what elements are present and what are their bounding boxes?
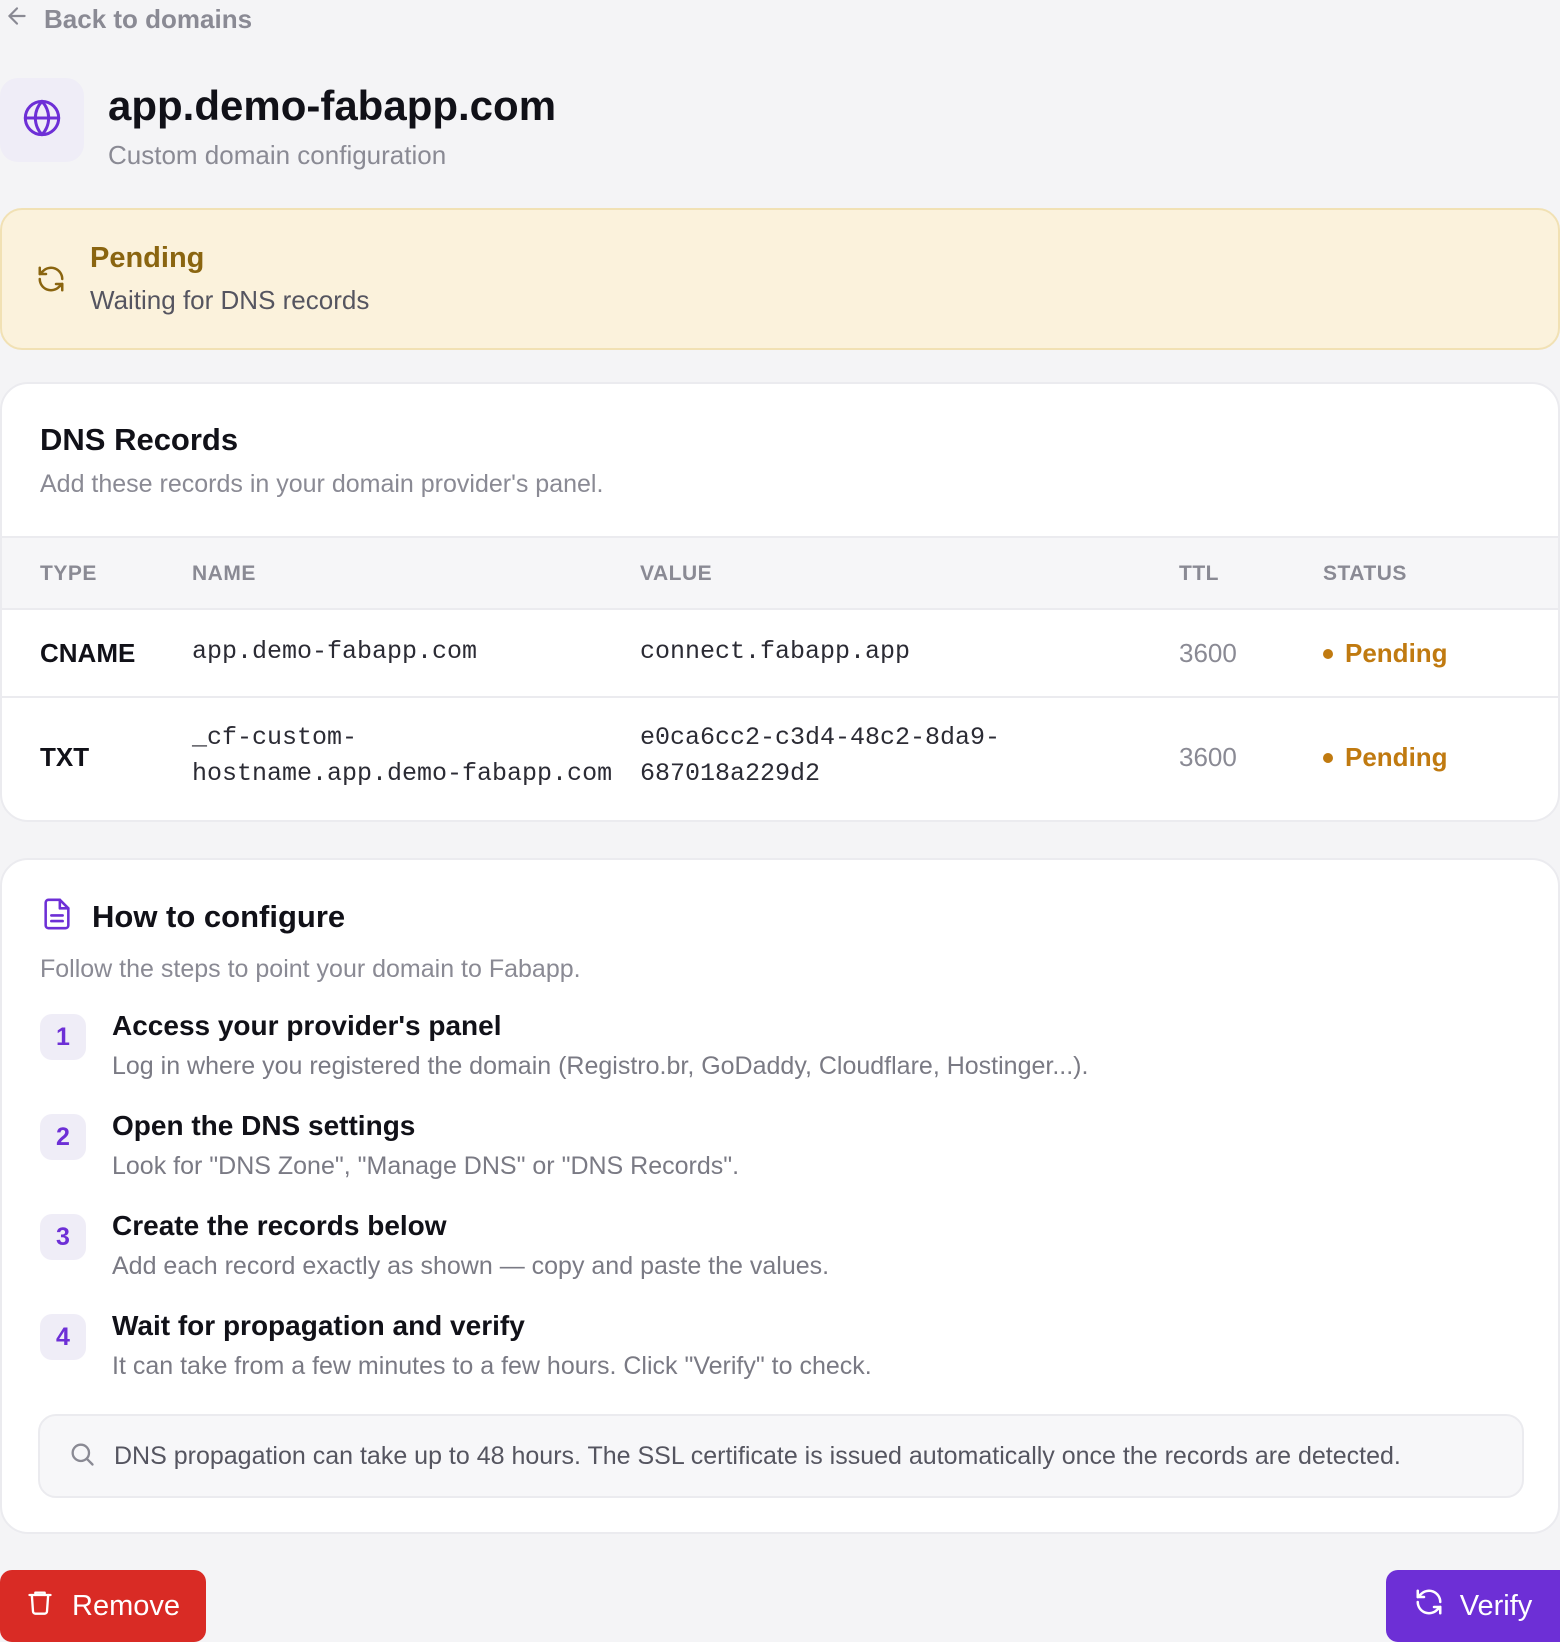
column-header-name: NAME: [192, 562, 256, 585]
table-row: TXT _cf-custom- hostname.app.demo-fabapp…: [2, 698, 1558, 820]
globe-icon: [22, 98, 62, 143]
step-item: 2 Open the DNS settings Look for "DNS Zo…: [40, 1110, 1520, 1210]
step-description: It can take from a few minutes to a few …: [112, 1352, 872, 1380]
back-to-domains-link[interactable]: Back to domains: [4, 0, 252, 38]
step-item: 1 Access your provider's panel Log in wh…: [40, 1010, 1520, 1110]
page-title: app.demo-fabapp.com: [108, 82, 557, 129]
step-description: Add each record exactly as shown — copy …: [112, 1252, 830, 1280]
status-title: Pending: [90, 242, 205, 274]
how-to-configure-description: Follow the steps to point your domain to…: [40, 955, 581, 983]
step-number: 3: [40, 1214, 86, 1260]
status-description: Waiting for DNS records: [90, 285, 370, 315]
dns-records-card: DNS Records Add these records in your do…: [0, 382, 1560, 822]
how-to-configure-card: How to configure Follow the steps to poi…: [0, 858, 1560, 1534]
record-name-line: _cf-custom-: [192, 723, 358, 752]
status-badge-label: Pending: [1345, 638, 1448, 668]
refresh-icon: [36, 264, 66, 294]
dns-records-title: DNS Records: [40, 422, 239, 457]
dns-records-description: Add these records in your domain provide…: [40, 470, 604, 498]
step-title: Open the DNS settings: [112, 1110, 416, 1141]
search-icon: [40, 1440, 96, 1473]
step-title: Create the records below: [112, 1210, 447, 1241]
record-name[interactable]: app.demo-fabapp.com: [192, 634, 477, 670]
step-title: Wait for propagation and verify: [112, 1310, 525, 1341]
record-value-line: e0ca6cc2-c3d4-48c2-8da9-: [640, 723, 1001, 752]
status-badge: Pending: [1323, 742, 1448, 773]
record-ttl: 3600: [1179, 742, 1237, 772]
record-value-line: 687018a229d2: [640, 759, 821, 788]
status-banner: Pending Waiting for DNS records: [0, 208, 1560, 350]
steps-list: 1 Access your provider's panel Log in wh…: [40, 1010, 1520, 1410]
remove-button[interactable]: Remove: [0, 1570, 206, 1642]
page-header: app.demo-fabapp.com Custom domain config…: [0, 78, 556, 171]
how-to-configure-title: How to configure: [92, 898, 346, 934]
record-ttl: 3600: [1179, 638, 1237, 668]
record-type: TXT: [40, 742, 90, 772]
propagation-note: DNS propagation can take up to 48 hours.…: [38, 1414, 1524, 1498]
domain-icon-box: [0, 78, 84, 162]
propagation-note-text: DNS propagation can take up to 48 hours.…: [114, 1441, 1401, 1470]
record-type: CNAME: [40, 638, 136, 668]
record-value[interactable]: connect.fabapp.app: [640, 634, 910, 670]
step-number: 1: [40, 1014, 86, 1060]
remove-button-label: Remove: [72, 1589, 180, 1622]
step-item: 4 Wait for propagation and verify It can…: [40, 1310, 1520, 1410]
step-number: 2: [40, 1114, 86, 1160]
step-title: Access your provider's panel: [112, 1010, 502, 1041]
record-name-line: app.demo-fabapp.com: [192, 637, 478, 666]
record-value[interactable]: e0ca6cc2-c3d4-48c2-8da9- 687018a229d2: [640, 720, 1000, 792]
status-dot: [1323, 648, 1333, 659]
column-header-status: STATUS: [1323, 562, 1407, 585]
table-header: TYPE NAME VALUE TTL STATUS: [2, 536, 1558, 610]
record-name[interactable]: _cf-custom- hostname.app.demo-fabapp.com: [192, 720, 612, 792]
refresh-icon: [1414, 1587, 1444, 1625]
record-value-line: connect.fabapp.app: [640, 637, 911, 666]
back-label: Back to domains: [44, 3, 253, 34]
record-name-line: hostname.app.demo-fabapp.com: [192, 759, 613, 788]
trash-icon: [26, 1587, 54, 1625]
step-description: Look for "DNS Zone", "Manage DNS" or "DN…: [112, 1152, 740, 1180]
document-icon: [40, 896, 74, 937]
column-header-type: TYPE: [40, 562, 97, 585]
step-description: Log in where you registered the domain (…: [112, 1052, 1089, 1080]
arrow-left-icon: [4, 3, 30, 36]
step-number: 4: [40, 1314, 86, 1360]
status-dot: [1323, 752, 1333, 763]
status-badge-label: Pending: [1345, 742, 1448, 772]
status-badge: Pending: [1323, 638, 1448, 669]
verify-button[interactable]: Verify: [1386, 1570, 1560, 1642]
column-header-ttl: TTL: [1179, 562, 1219, 585]
column-header-value: VALUE: [640, 562, 713, 585]
step-item: 3 Create the records below Add each reco…: [40, 1210, 1520, 1310]
verify-button-label: Verify: [1459, 1589, 1533, 1622]
page-subtitle: Custom domain configuration: [108, 140, 447, 170]
table-row: CNAME app.demo-fabapp.com connect.fabapp…: [2, 610, 1558, 698]
